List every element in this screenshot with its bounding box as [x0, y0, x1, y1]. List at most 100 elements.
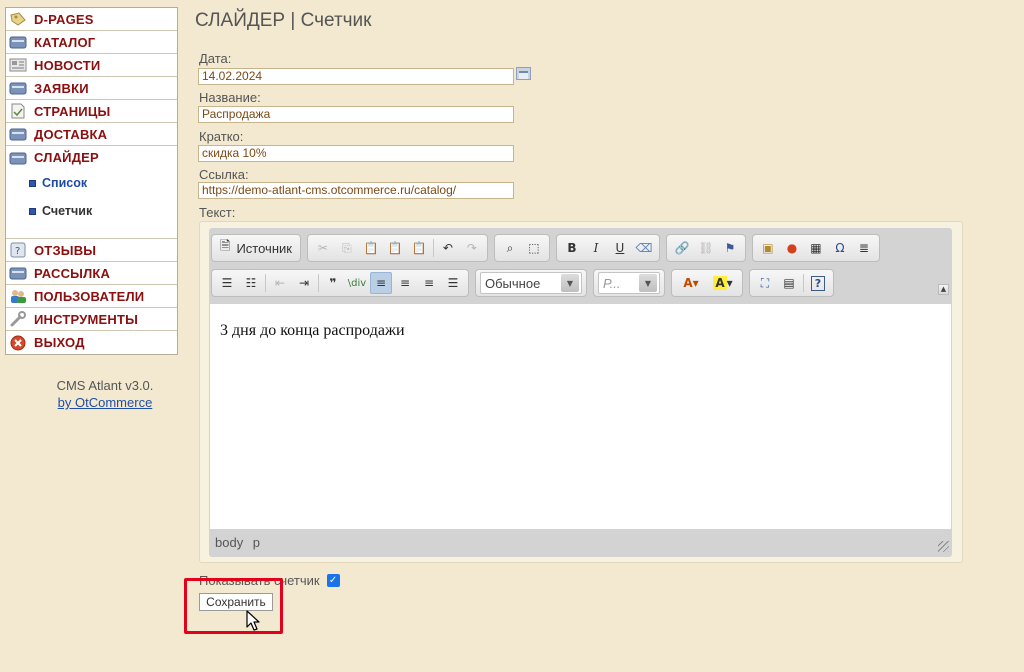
paste-word-icon[interactable]: 📋 [408, 237, 430, 259]
exit-icon [9, 335, 27, 351]
date-field[interactable]: 14.02.2024 [198, 68, 514, 85]
anchor-flag-icon[interactable]: ⚑ [719, 237, 741, 259]
sidebar-item-delivery[interactable]: ДОСТАВКА [6, 123, 177, 146]
paste-text-icon[interactable]: 📋 [384, 237, 406, 259]
link-field[interactable]: https://demo-atlant-cms.otcommerce.ru/ca… [198, 182, 514, 199]
unlink-icon[interactable]: ⛓ [695, 237, 717, 259]
toolbar-group-tools: ⛶ ▤ ? [749, 269, 834, 297]
toolbar-group-find: ⌕ ⬚ [493, 234, 550, 262]
flash-icon[interactable]: ● [781, 237, 803, 259]
indent-icon[interactable]: ⇥ [293, 272, 315, 294]
maximize-icon[interactable]: ⛶ [754, 272, 776, 294]
outdent-icon[interactable]: ⇤ [269, 272, 291, 294]
remove-format-icon[interactable]: ⌫ [633, 237, 655, 259]
text-color-icon[interactable]: A▾ [676, 272, 706, 294]
format-select[interactable]: Обычное ▼ [480, 272, 582, 294]
calendar-icon[interactable] [516, 67, 531, 80]
catalog-icon [9, 265, 27, 281]
bullet-list-icon[interactable]: ☷ [240, 272, 262, 294]
sidebar-item-label: РАССЫЛКА [34, 265, 111, 281]
sidebar-item-label: СЛАЙДЕР [34, 150, 99, 165]
paste-icon[interactable]: 📋 [360, 237, 382, 259]
page-icon [9, 103, 27, 119]
vendor-link[interactable]: by OtCommerce [58, 395, 153, 410]
sidebar-item-slider[interactable]: СЛАЙДЕР [6, 146, 177, 169]
italic-icon[interactable]: I [585, 237, 607, 259]
short-field[interactable]: скидка 10% [198, 145, 514, 162]
table-icon[interactable]: ▦ [805, 237, 827, 259]
sidebar-item-label: ЗАЯВКИ [34, 80, 89, 96]
news-icon [9, 57, 27, 73]
toolbar-separator [265, 274, 266, 292]
help-icon: ? [9, 242, 27, 258]
sidebar-item-news[interactable]: НОВОСТИ [6, 54, 177, 77]
bold-icon[interactable]: B [561, 237, 583, 259]
resize-handle-icon[interactable] [938, 541, 949, 552]
about-help-icon[interactable]: ? [807, 272, 829, 294]
catalog-icon [9, 150, 27, 166]
find-icon[interactable]: ⌕ [499, 237, 521, 259]
underline-icon[interactable]: U [609, 237, 631, 259]
undo-icon[interactable]: ↶ [437, 237, 459, 259]
align-right-icon[interactable]: ≡ [418, 272, 440, 294]
show-blocks-icon[interactable]: ▤ [778, 272, 800, 294]
sidebar-item-label: ДОСТАВКА [34, 126, 108, 142]
align-left-icon[interactable]: ≡ [370, 272, 392, 294]
sidebar-subitem-list[interactable]: Список [6, 169, 177, 197]
div-container-icon[interactable]: \div [346, 272, 368, 294]
sidebar-menu: D-PAGES КАТАЛОГ НОВОСТИ ЗАЯВКИ СТРАНИЦЫ … [5, 7, 178, 355]
align-justify-icon[interactable]: ☰ [442, 272, 464, 294]
tag-icon [9, 11, 27, 27]
users-icon [9, 288, 27, 304]
special-char-icon[interactable]: Ω [829, 237, 851, 259]
bg-color-icon[interactable]: A ▾ [708, 272, 738, 294]
numbered-list-icon[interactable]: ☰ [216, 272, 238, 294]
sidebar-item-tools[interactable]: ИНСТРУМЕНТЫ [6, 308, 177, 331]
sidebar-item-label: СТРАНИЦЫ [34, 103, 111, 119]
sidebar-item-label: НОВОСТИ [34, 57, 101, 73]
bullet-icon [29, 179, 36, 187]
sidebar-item-exit[interactable]: ВЫХОД [6, 331, 177, 354]
editor-container: 🗎 Источник ✂ ⎘ 📋 📋 📋 ↶ ↷ ⌕ ⬚ B I U ⌫ 🔗 ⛓… [199, 221, 963, 563]
image-icon[interactable]: ▣ [757, 237, 779, 259]
copy-icon[interactable]: ⎘ [336, 237, 358, 259]
name-field[interactable]: Распродажа [198, 106, 514, 123]
link-icon[interactable]: 🔗 [671, 237, 693, 259]
sidebar-item-pages[interactable]: СТРАНИЦЫ [6, 100, 177, 123]
svg-text:?: ? [15, 246, 20, 257]
cms-version: CMS Atlant v3.0. [56, 378, 154, 393]
text-label: Текст: [199, 205, 236, 220]
sidebar-item-label: D-PAGES [34, 11, 94, 27]
source-button[interactable]: 🗎 Источник [216, 237, 296, 259]
chevron-down-icon: ▼ [639, 274, 657, 292]
sidebar-item-users[interactable]: ПОЛЬЗОВАТЕЛИ [6, 285, 177, 308]
sidebar-item-orders[interactable]: ЗАЯВКИ [6, 77, 177, 100]
redo-icon[interactable]: ↷ [461, 237, 483, 259]
toolbar-group-clipboard: ✂ ⎘ 📋 📋 📋 ↶ ↷ [306, 234, 488, 262]
blockquote-icon[interactable]: ❞ [322, 272, 344, 294]
catalog-icon [9, 80, 27, 96]
element-path-bar[interactable]: body p [215, 535, 260, 550]
sidebar-subitem-counter[interactable]: Счетчик [6, 197, 177, 225]
show-counter-checkbox[interactable]: ✓ [326, 574, 340, 587]
align-center-icon[interactable]: ≡ [394, 272, 416, 294]
sidebar-item-label: ПОЛЬЗОВАТЕЛИ [34, 288, 145, 304]
font-select-value: Р... [603, 275, 621, 291]
sidebar-item-d-pages[interactable]: D-PAGES [6, 8, 177, 31]
toolbar-row-1: 🗎 Источник ✂ ⎘ 📋 📋 📋 ↶ ↷ ⌕ ⬚ B I U ⌫ 🔗 ⛓… [211, 234, 886, 262]
font-select[interactable]: Р... ▼ [598, 272, 660, 294]
cut-icon[interactable]: ✂ [312, 237, 334, 259]
toolbar-collapse-icon[interactable]: ▲ [938, 284, 949, 295]
sidebar-item-reviews[interactable]: ? ОТЗЫВЫ [6, 239, 177, 262]
page-break-icon[interactable]: ≣ [853, 237, 875, 259]
sidebar-item-mailing[interactable]: РАССЫЛКА [6, 262, 177, 285]
cms-info: CMS Atlant v3.0. by OtCommerce [5, 377, 205, 411]
toolbar-group-font: Р... ▼ [593, 269, 665, 297]
sidebar-subitem-label: Список [42, 176, 88, 190]
sidebar-subitem-label: Счетчик [42, 204, 93, 218]
toolbar-separator [318, 274, 319, 292]
sidebar-spacer [6, 225, 177, 239]
sidebar-item-catalog[interactable]: КАТАЛОГ [6, 31, 177, 54]
select-all-icon[interactable]: ⬚ [523, 237, 545, 259]
editor-content-area[interactable]: 3 дня до конца распродажи [210, 304, 951, 529]
